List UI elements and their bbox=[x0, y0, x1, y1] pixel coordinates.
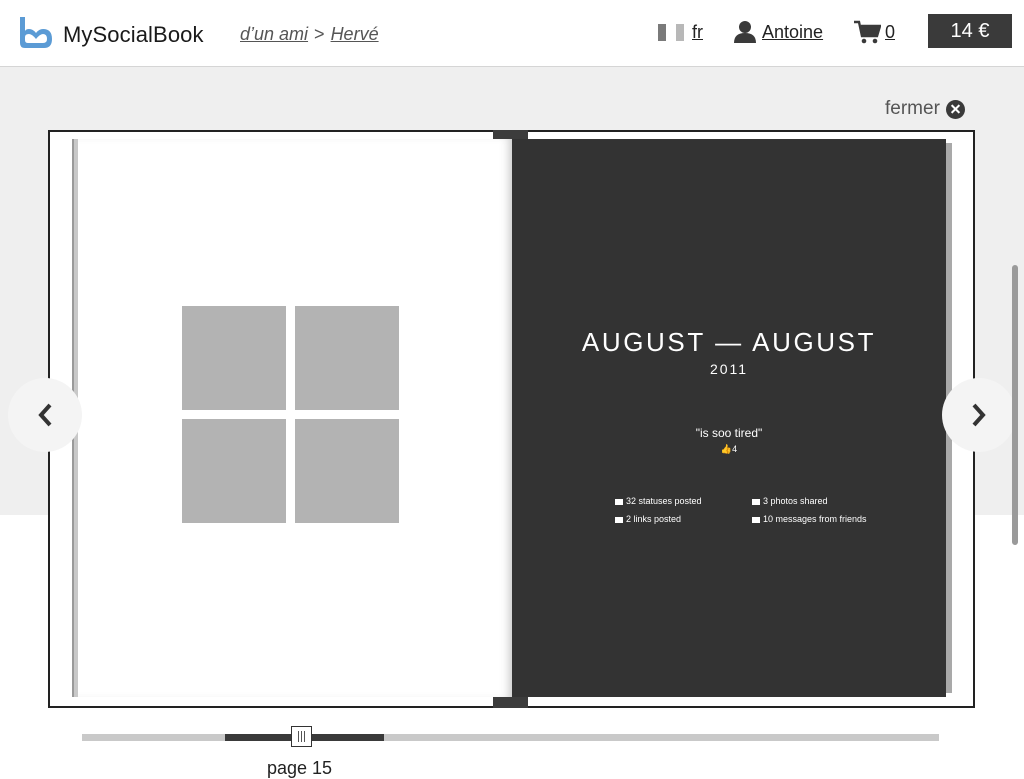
previous-page-button[interactable] bbox=[8, 378, 82, 452]
close-icon[interactable] bbox=[945, 99, 965, 119]
flag-icon bbox=[658, 24, 684, 41]
page-slider-handle[interactable] bbox=[291, 726, 312, 747]
stat-statuses: 32 statuses posted bbox=[615, 496, 702, 506]
photo-placeholder bbox=[182, 306, 286, 410]
page-title: AUGUST — AUGUST bbox=[581, 327, 877, 357]
link-icon bbox=[615, 516, 623, 523]
user-icon bbox=[734, 21, 756, 43]
stat-photos: 3 photos shared bbox=[752, 496, 828, 506]
likes-count: 👍4 bbox=[720, 444, 738, 454]
user-name[interactable]: Antoine bbox=[762, 22, 823, 43]
photo-placeholder bbox=[182, 419, 286, 523]
brand-name[interactable]: MySocialBook bbox=[63, 22, 204, 48]
right-page: AUGUST — AUGUST 2011 "is soo tired" 👍4 3… bbox=[512, 139, 946, 697]
page-year: 2011 bbox=[709, 361, 749, 377]
breadcrumb-friend-link[interactable]: d’un ami bbox=[240, 24, 308, 44]
logo-icon[interactable] bbox=[16, 13, 54, 51]
breadcrumb: d’un ami > Hervé bbox=[240, 24, 379, 45]
photo-placeholder bbox=[295, 419, 399, 523]
thumbs-up-icon: 👍 bbox=[720, 444, 733, 454]
language-label[interactable]: fr bbox=[692, 22, 703, 43]
cart-count[interactable]: 0 bbox=[885, 22, 895, 43]
status-quote: "is soo tired" bbox=[695, 426, 763, 440]
cart-icon bbox=[854, 20, 881, 44]
page-slider-track[interactable] bbox=[82, 734, 939, 741]
status-icon bbox=[615, 498, 623, 505]
breadcrumb-person-link[interactable]: Hervé bbox=[331, 24, 379, 44]
price-button[interactable]: 14 € bbox=[928, 14, 1012, 48]
stat-messages: 10 messages from friends bbox=[752, 514, 867, 524]
message-icon bbox=[752, 516, 760, 523]
next-page-button[interactable] bbox=[942, 378, 1016, 452]
chevron-left-icon bbox=[38, 403, 52, 427]
top-bar: MySocialBook d’un ami > Hervé fr Antoine 0… bbox=[0, 0, 1024, 67]
scrollbar[interactable] bbox=[1012, 265, 1018, 545]
left-page bbox=[72, 139, 512, 697]
stat-links: 2 links posted bbox=[615, 514, 681, 524]
breadcrumb-separator: > bbox=[314, 24, 325, 44]
close-button[interactable]: fermer bbox=[885, 98, 965, 120]
photo-icon bbox=[752, 498, 760, 505]
close-label[interactable]: fermer bbox=[885, 98, 940, 120]
chevron-right-icon bbox=[972, 403, 986, 427]
page-label: page 15 bbox=[267, 758, 333, 778]
photo-placeholder bbox=[295, 306, 399, 410]
